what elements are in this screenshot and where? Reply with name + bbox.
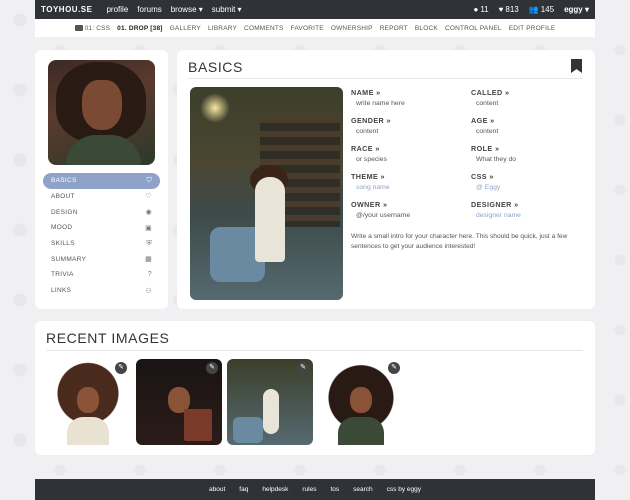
sidebar-item-mood[interactable]: MOOD ▣ [43,220,160,236]
users-icon: ⚇ [145,287,152,295]
thumbnail-4[interactable]: ✎ [318,359,404,445]
footer-about[interactable]: about [209,486,225,493]
heart-icon: ♡ [145,193,152,201]
field-theme: THEME » song name [351,172,390,191]
thumbnail-1[interactable]: ✎ [45,359,131,445]
section-title: RECENT IMAGES [46,330,170,346]
field-gender: GENDER » content [351,116,391,135]
subnav-ownership[interactable]: OWNERSHIP [331,25,373,32]
character-avatar [48,60,155,165]
sidebar: BASICS ⛉ ABOUT ♡ DESIGN ◉ MOOD ▣ SKILLS ⛨ SUM… [35,50,168,309]
basics-panel: BASICS NAME » write name here CALLED » c… [177,50,595,309]
theme-link[interactable]: song name [351,184,390,191]
thumbnail-3[interactable]: ✎ [227,359,313,445]
subnav-control-panel[interactable]: CONTROL PANEL [445,25,502,32]
bookmark-icon: ⛉ [146,176,152,184]
thumbnail-2[interactable]: ✎ [136,359,222,445]
edit-pencil-icon[interactable]: ✎ [115,362,127,374]
footer-rules[interactable]: rules [302,486,316,493]
top-navbar: TOYHOU.SE profile forums browse ▾ submit… [35,0,595,19]
users-icon: 👥 [528,5,539,14]
field-owner: OWNER » @/your username [351,200,411,219]
subnav-folder[interactable]: 01: CSS [74,24,111,32]
subnav-library[interactable]: LIBRARY [208,25,237,32]
folder-icon [74,24,83,31]
sidebar-item-about[interactable]: ABOUT ♡ [43,189,160,205]
field-css: CSS » @ Eggy [471,172,501,191]
notifications-button[interactable]: ● 11 [473,5,488,14]
subnav-edit-profile[interactable]: EDIT PROFILE [509,25,556,32]
subnav-character[interactable]: 01. DROP [38] [117,25,162,32]
user-menu[interactable]: eggy ▾ [564,5,589,14]
shield-icon: ⛨ [146,239,152,247]
field-designer: DESIGNER » designer name [471,200,521,219]
field-race: RACE » or species [351,144,387,163]
subnav-block[interactable]: BLOCK [415,25,438,32]
edit-pencil-icon[interactable]: ✎ [297,362,309,374]
divider [188,78,583,79]
footer-css-credit[interactable]: css by eggy [387,486,421,493]
subnav-gallery[interactable]: GALLERY [170,25,201,32]
edit-pencil-icon[interactable]: ✎ [388,362,400,374]
divider [46,350,583,351]
calculator-icon: ▦ [145,256,152,264]
edit-pencil-icon[interactable]: ✎ [206,362,218,374]
character-intro: Write a small intro for your character h… [351,233,568,250]
field-called: CALLED » content [471,88,510,107]
watchers-button[interactable]: 👥 145 [529,5,554,14]
subnav-favorite[interactable]: FAVORITE [291,25,324,32]
field-role: ROLE » What they do [471,144,517,163]
subnav-comments[interactable]: COMMENTS [244,25,284,32]
question-icon: ? [147,271,152,279]
footer-faq[interactable]: faq [239,486,248,493]
bookmark-icon[interactable] [571,59,582,73]
field-name: NAME » write name here [351,88,405,107]
css-credit-link[interactable]: @ Eggy [471,184,500,191]
sidebar-item-skills[interactable]: SKILLS ⛨ [43,236,160,252]
character-subnav: 01: CSS 01. DROP [38] GALLERY LIBRARY CO… [35,19,595,37]
favorites-button[interactable]: ♥ 813 [499,5,519,14]
nav-profile[interactable]: profile [106,5,128,14]
subnav-report[interactable]: REPORT [380,25,408,32]
nav-right-group: ● 11 ♥ 813 👥 145 eggy ▾ [473,5,589,14]
sidebar-item-links[interactable]: LINKS ⚇ [43,283,160,299]
nav-submit[interactable]: submit ▾ [212,5,242,14]
heart-icon: ♥ [498,5,504,14]
nav-forums[interactable]: forums [137,5,161,14]
site-logo[interactable]: TOYHOU.SE [41,5,92,14]
sidebar-item-design[interactable]: DESIGN ◉ [43,204,160,220]
sidebar-item-summary[interactable]: SUMMARY ▦ [43,251,160,267]
field-age: AGE » content [471,116,499,135]
footer-tos[interactable]: tos [330,486,339,493]
sidebar-item-trivia[interactable]: TRIVIA? [43,267,160,283]
section-title: BASICS [188,59,243,75]
site-footer: about faq helpdesk rules tos search css … [35,479,595,500]
footer-search[interactable]: search [353,486,373,493]
footer-helpdesk[interactable]: helpdesk [262,486,288,493]
user-icon: ◉ [145,209,152,217]
character-image[interactable] [190,87,343,300]
nav-browse[interactable]: browse ▾ [171,5,203,14]
bell-icon: ● [473,5,479,14]
designer-link[interactable]: designer name [471,212,521,219]
recent-images-panel: RECENT IMAGES ✎ ✎ ✎ ✎ [35,321,595,455]
image-icon: ▣ [145,224,152,232]
sidebar-item-basics[interactable]: BASICS ⛉ [43,173,160,189]
